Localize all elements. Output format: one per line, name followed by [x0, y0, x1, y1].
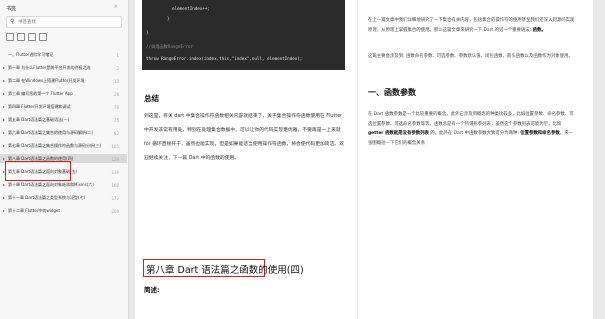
- code-line: throw RangeError.index(index,this,"index…: [146, 56, 303, 61]
- document-page-right: 在上一篇文章中我们详细地研究了一下集合有关内容，包括集合的操作符的使用甚至我们还…: [358, 0, 593, 319]
- bookmark-item[interactable]: ▸ 第一章 为什么Flutter是跨平台开发的终极之选 2: [0, 63, 127, 72]
- subheading: 简述:: [144, 286, 160, 294]
- paragraph: 这篇主要会涉及到: 函数命名参数、可选参数、参数默认值、闭包函数、箭头函数以及函…: [368, 54, 573, 59]
- code-line: elementIndex++;: [162, 6, 210, 11]
- code-block: elementIndex++; } } //调用函数RangeError thr…: [142, 0, 345, 70]
- code-comment: //调用函数RangeError: [146, 44, 194, 49]
- expand-all-icon[interactable]: [6, 33, 14, 41]
- chapter-title: 第八章 Dart 语法篇之函数的使用(四): [146, 265, 304, 276]
- section-heading: 总结: [144, 94, 159, 103]
- bookmark-item[interactable]: ▸ 第二章 在Windows上搭建Flutter开发环境 13: [0, 76, 127, 85]
- sidebar-toolbar: [6, 33, 47, 41]
- code-line: }: [146, 30, 149, 35]
- highlight-box: [5, 161, 71, 181]
- bookmark-search[interactable]: ⚲: [6, 16, 122, 28]
- document-page-left: elementIndex++; } } //调用函数RangeError thr…: [135, 0, 357, 319]
- bookmark-item[interactable]: ▸ 第三章 编写您的第一个 Flutter App 28: [0, 89, 127, 98]
- bookmark-item[interactable]: ▸ 第六章 Dart语法篇之集合的使用与源码解析(二) 82: [0, 128, 127, 137]
- bookmark-item[interactable]: ▸ 第十一章 Dart语法篇之类型系统与泛型(七) 172: [0, 193, 127, 202]
- add-bookmark-icon[interactable]: [28, 33, 36, 41]
- bookmark-item[interactable]: ▸ 第四章 Flutter开发环境搭建和调试 70: [0, 102, 127, 111]
- collapse-all-icon[interactable]: [17, 33, 25, 41]
- section-heading: 一、函数参数: [368, 88, 416, 97]
- bookmark-item[interactable]: ▸ 第十章 Dart语法篇之面向对象继承和Mixins(六) 160: [0, 180, 127, 189]
- paragraph: 在上一篇文章中我们详细地研究了一下集合有关内容，包括集合的操作符的使用甚至我们还…: [368, 18, 575, 33]
- bookmark-sidebar: 书签 × ⚲ 一、Flutter进阶学习笔记1 ▸第一章 为什么Flutter是…: [0, 0, 129, 319]
- bookmark-item[interactable]: ▸ 第五章 Dart语法篇之基础语法(一) 75: [0, 115, 127, 124]
- bookmark-item[interactable]: ▸ 第十二章 Flutter中的widget 200: [0, 206, 127, 215]
- bookmark-item[interactable]: ▸ 第七章 Dart语法篇之集合操作符函数与源码分析(三) 105: [0, 141, 127, 150]
- summary-paragraph: 到这里，有关 dart 中集合操作符函数相关内容就结束了，关于集合操作符函数使用…: [144, 114, 344, 161]
- paragraph: 在 Dart 函数参数是一个比较重要的概念，此外它涉及到概念的种类比较多，比如位…: [368, 112, 574, 146]
- close-icon[interactable]: ×: [114, 4, 118, 10]
- search-icon: ⚲: [10, 18, 15, 25]
- bookmark-search-input[interactable]: [18, 18, 118, 26]
- chapter-title-box: 第八章 Dart 语法篇之函数的使用(四): [143, 259, 304, 277]
- delete-bookmark-icon[interactable]: [39, 33, 47, 41]
- code-line: }: [162, 16, 170, 21]
- sidebar-title: 书签: [6, 6, 17, 12]
- bookmark-item[interactable]: 一、Flutter进阶学习笔记 1: [0, 50, 127, 59]
- bookmark-list: 一、Flutter进阶学习笔记 1 ▸ 第一章 为什么Flutter是跨平台开发的终…: [0, 50, 127, 219]
